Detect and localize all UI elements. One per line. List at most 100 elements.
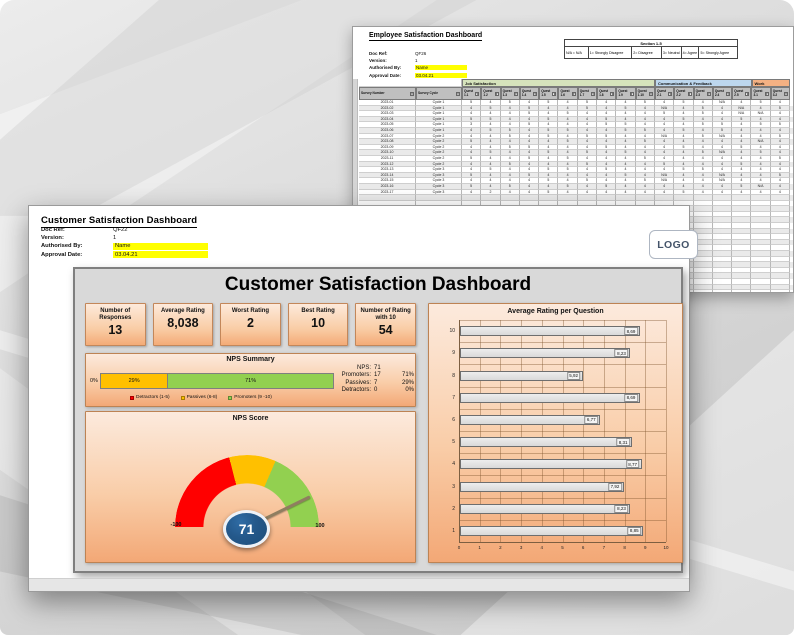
table-group-header-row: Job SatisfactionCommunication & Feedback… bbox=[359, 79, 794, 87]
bar bbox=[460, 437, 632, 447]
kpi-label: Average Rating bbox=[159, 304, 207, 315]
bar-value-label: 8,77 bbox=[626, 460, 640, 468]
doc-ref-row: Doc Ref:QF26 bbox=[369, 51, 426, 56]
scale-item: 4= Agree bbox=[682, 47, 700, 59]
kpi-label: Number of Responses bbox=[86, 304, 145, 322]
filter-dropdown-button[interactable]: ▾ bbox=[668, 92, 672, 96]
column-header-label: Quest 2.2 bbox=[676, 90, 687, 97]
column-header: Quest 2.3▾ bbox=[694, 87, 713, 100]
dashboard-panel: Customer Satisfaction Dashboard Number o… bbox=[73, 267, 683, 573]
filter-dropdown-button[interactable]: ▾ bbox=[456, 92, 460, 96]
category-label: 5 bbox=[435, 439, 455, 445]
bar-value-label: 8,31 bbox=[616, 438, 630, 446]
approval-value: 03.04.21 bbox=[415, 73, 467, 78]
authorised-label: Authorised By: bbox=[41, 243, 113, 249]
filter-dropdown-button[interactable]: ▾ bbox=[745, 92, 749, 96]
legend-item: Detractors (1-5) bbox=[130, 395, 170, 400]
bar bbox=[460, 348, 630, 358]
gridline bbox=[459, 498, 666, 499]
filter-dropdown-button[interactable]: ▾ bbox=[707, 92, 711, 96]
category-label: 6 bbox=[435, 417, 455, 423]
authorised-label: Authorised By: bbox=[369, 65, 415, 70]
nps-summary-title: NPS Summary bbox=[86, 356, 415, 363]
bar-value-label: 7,92 bbox=[608, 483, 622, 491]
gridline bbox=[459, 431, 666, 432]
x-axis-line bbox=[459, 542, 666, 543]
legend-item: Promoters (9 -10) bbox=[228, 395, 272, 400]
bar bbox=[460, 326, 640, 336]
scale-item: 2= Disagree bbox=[632, 47, 662, 59]
stat-pct: 0% bbox=[392, 387, 414, 393]
column-header: Quest 3.1▾ bbox=[751, 87, 770, 100]
kpi-worst-rating: Worst Rating 2 bbox=[220, 303, 281, 346]
nps-bar-segment: 71% bbox=[168, 374, 333, 388]
table-cell bbox=[732, 290, 751, 293]
avg-rating-chart-panel: Average Rating per Question 8,698,235,92… bbox=[428, 303, 683, 563]
authorised-row: Authorised By:Name bbox=[41, 243, 208, 250]
column-header: Survey Cycle▾ bbox=[416, 87, 462, 100]
x-tick-label: 8 bbox=[619, 545, 631, 550]
legend-label: Promoters (9 -10) bbox=[234, 395, 272, 400]
filter-dropdown-button[interactable]: ▾ bbox=[533, 92, 537, 96]
category-label: 2 bbox=[435, 506, 455, 512]
x-tick-label: 1 bbox=[474, 545, 486, 550]
filter-dropdown-button[interactable]: ▾ bbox=[475, 92, 479, 96]
filter-dropdown-button[interactable]: ▾ bbox=[688, 92, 692, 96]
rating-scale-cells: N/A = N/A 1= Strongly Disagree 2= Disagr… bbox=[565, 47, 737, 59]
column-group-header: Work Environment bbox=[752, 79, 791, 87]
filter-dropdown-button[interactable]: ▾ bbox=[726, 92, 730, 96]
filter-dropdown-button[interactable]: ▾ bbox=[572, 92, 576, 96]
nps-legend: Detractors (1-5)Passives (6-8)Promoters … bbox=[130, 395, 272, 400]
column-header-label: Quest 3.2 bbox=[773, 90, 784, 97]
kpi-label: Worst Rating bbox=[230, 304, 271, 315]
filter-dropdown-button[interactable]: ▾ bbox=[765, 92, 769, 96]
column-header-label: Survey Number bbox=[361, 92, 385, 95]
approval-row: Approval Date:03.04.21 bbox=[369, 73, 467, 78]
x-tick-label: 2 bbox=[494, 545, 506, 550]
filter-dropdown-button[interactable]: ▾ bbox=[410, 92, 414, 96]
filter-dropdown-button[interactable]: ▾ bbox=[649, 92, 653, 96]
filter-dropdown-button[interactable]: ▾ bbox=[591, 92, 595, 96]
column-header-label: Quest 1.10 bbox=[638, 90, 649, 97]
rating-scale-legend: Section 1-5 N/A = N/A 1= Strongly Disagr… bbox=[564, 39, 738, 59]
stat-value: 7 bbox=[374, 380, 392, 386]
column-header: Quest 1.7▾ bbox=[578, 87, 597, 100]
chart-plot: 8,698,235,928,696,778,318,777,928,238,85 bbox=[459, 320, 666, 542]
customer-dashboard-sheet: Customer Satisfaction Dashboard Doc Ref:… bbox=[28, 205, 690, 592]
stat-label: Passives: bbox=[316, 380, 374, 386]
sheet-footer-strip bbox=[29, 578, 689, 591]
filter-dropdown-button[interactable]: ▾ bbox=[610, 92, 614, 96]
column-header: Quest 1.10▾ bbox=[636, 87, 655, 100]
column-header-label: Quest 2.5 bbox=[734, 90, 745, 97]
bar bbox=[460, 482, 624, 492]
filter-dropdown-button[interactable]: ▾ bbox=[514, 92, 518, 96]
column-header-label: Quest 2.4 bbox=[715, 90, 726, 97]
doc-ref-value: QF22 bbox=[113, 227, 128, 233]
scale-item: 1= Strongly Disagree bbox=[589, 47, 632, 59]
filter-dropdown-button[interactable]: ▾ bbox=[630, 92, 634, 96]
filter-dropdown-button[interactable]: ▾ bbox=[784, 92, 788, 96]
category-label: 1 bbox=[435, 528, 455, 534]
nps-score-title: NPS Score bbox=[86, 415, 415, 422]
column-header: Quest 2.4▾ bbox=[713, 87, 732, 100]
gridline bbox=[459, 520, 666, 521]
filter-dropdown-button[interactable]: ▾ bbox=[495, 92, 499, 96]
x-tick-label: 5 bbox=[557, 545, 569, 550]
column-header: Quest 1.8▾ bbox=[597, 87, 616, 100]
group-spacer bbox=[359, 79, 462, 87]
stat-pct: 71% bbox=[392, 372, 414, 378]
kpi-value: 13 bbox=[108, 323, 122, 337]
column-header-label: Quest 2.3 bbox=[696, 90, 707, 97]
x-tick-label: 0 bbox=[453, 545, 465, 550]
filter-dropdown-button[interactable]: ▾ bbox=[552, 92, 556, 96]
table-cell bbox=[713, 290, 732, 293]
authorised-value: Name bbox=[415, 65, 467, 70]
gridline bbox=[666, 320, 667, 542]
approval-label: Approval Date: bbox=[41, 252, 113, 258]
table-cell bbox=[694, 290, 713, 293]
column-header-label: Quest 1.5 bbox=[541, 90, 552, 97]
rating-scale-title: Section 1-5 bbox=[565, 40, 737, 47]
approval-value: 03.04.21 bbox=[113, 251, 208, 258]
doc-ref-value: QF26 bbox=[415, 51, 426, 56]
column-header-label: Quest 2.1 bbox=[657, 90, 668, 97]
